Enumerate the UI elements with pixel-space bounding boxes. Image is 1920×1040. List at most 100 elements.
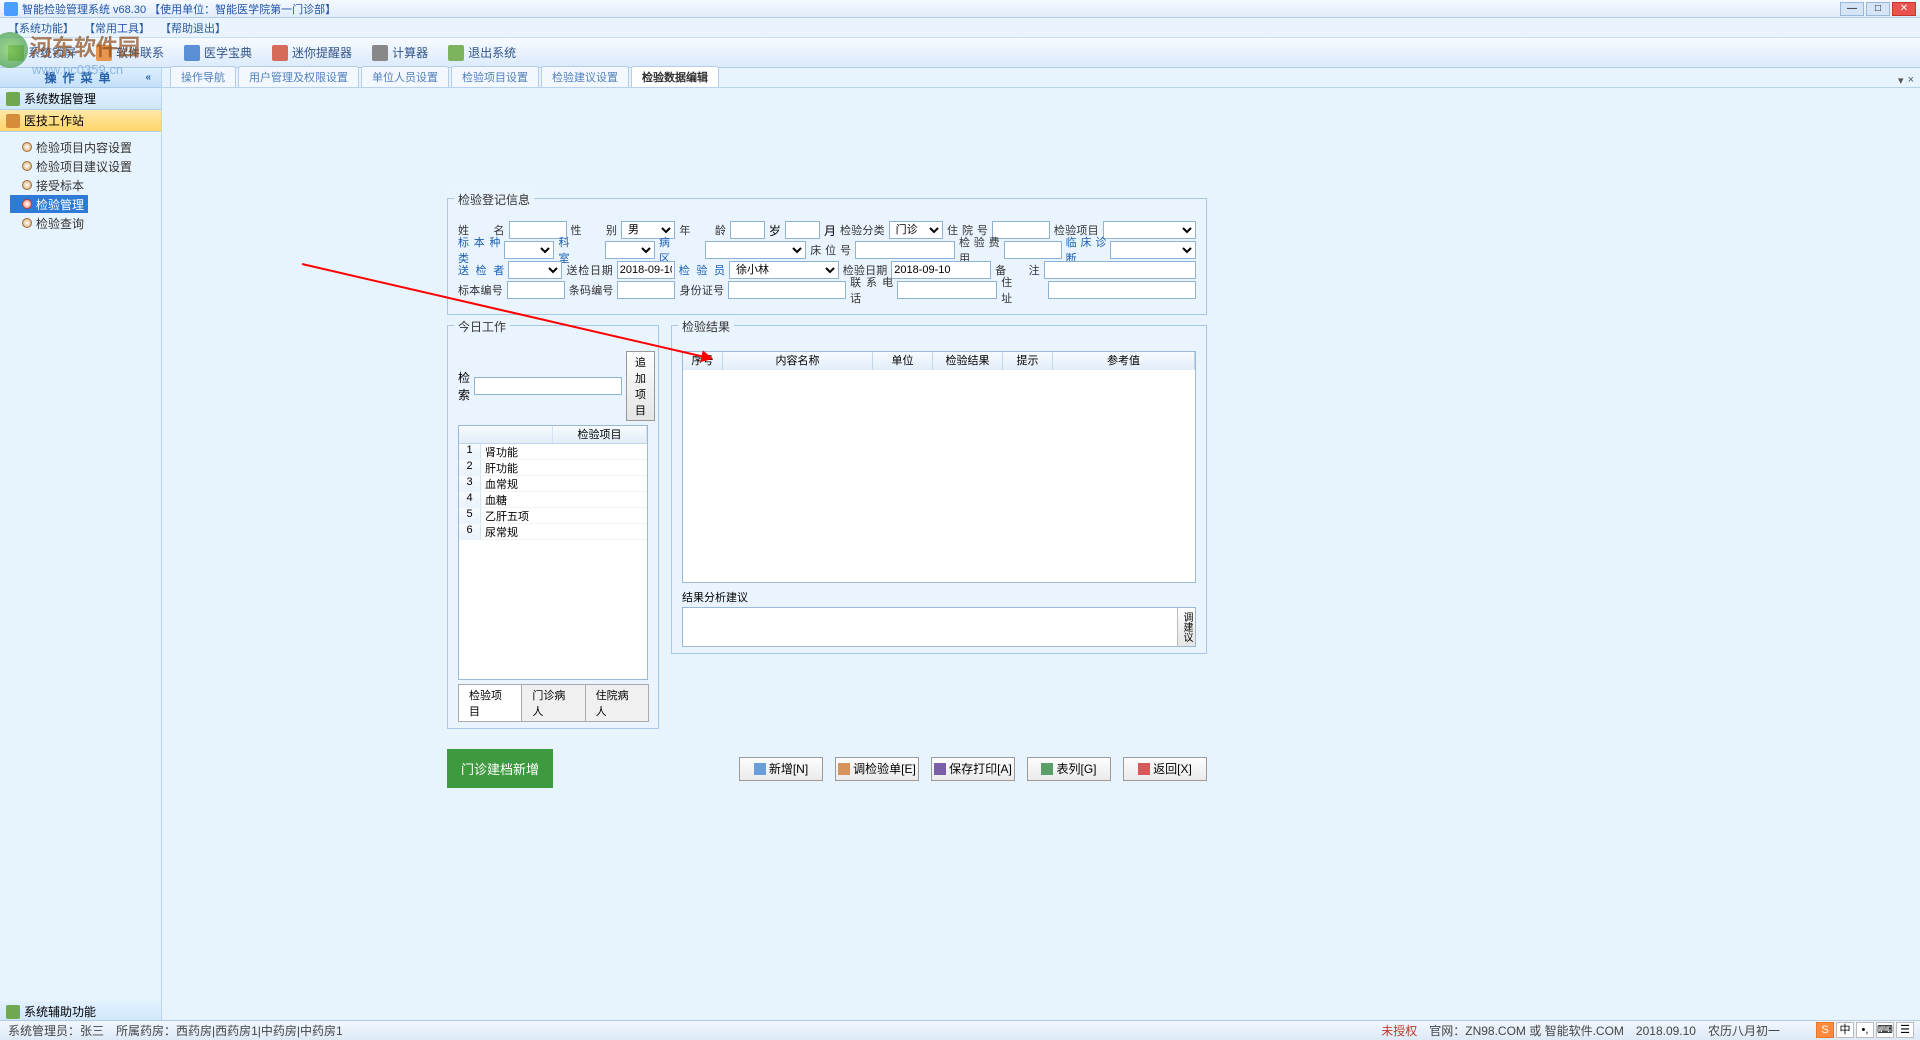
item-select[interactable]: [1103, 221, 1196, 239]
folder-icon: [6, 1005, 20, 1019]
specno-input[interactable]: [507, 281, 565, 299]
load-suggest-button[interactable]: 调建议: [1177, 608, 1195, 646]
ime-keyboard-icon[interactable]: ⌨: [1876, 1022, 1894, 1038]
tab-edit[interactable]: 检验数据编辑: [631, 66, 719, 87]
subtab-inpatient[interactable]: 住院病人: [585, 684, 649, 722]
lbl-tel: 联系电话: [850, 274, 893, 306]
content-area: 操作导航 用户管理及权限设置 单位人员设置 检验项目设置 检验建议设置 检验数据…: [162, 68, 1920, 1023]
sdate-input[interactable]: [617, 261, 675, 279]
note-input[interactable]: [1044, 261, 1196, 279]
tree-item-query[interactable]: 检验查询: [10, 214, 161, 232]
diag-select[interactable]: [1110, 241, 1196, 259]
idcard-input[interactable]: [728, 281, 846, 299]
analysis-legend: 结果分析建议: [682, 589, 1196, 605]
table-row[interactable]: 3血常规: [459, 476, 647, 492]
tree-item-accept[interactable]: 接受标本: [10, 176, 161, 194]
group-legend: 检验登记信息: [454, 191, 534, 208]
result-table: 序号 内容名称 单位 检验结果 提示 参考值: [682, 351, 1196, 583]
contact-icon: [96, 45, 112, 61]
new-button[interactable]: 新增[N]: [739, 757, 823, 781]
tab-users[interactable]: 用户管理及权限设置: [238, 66, 359, 87]
ime-sogou-icon[interactable]: S: [1816, 1022, 1834, 1038]
lbl-addr: 住 址: [1001, 274, 1044, 306]
tab-suggest[interactable]: 检验建议设置: [541, 66, 629, 87]
tab-items[interactable]: 检验项目设置: [451, 66, 539, 87]
tree-item-content[interactable]: 检验项目内容设置: [10, 138, 161, 156]
cdate-input[interactable]: [891, 261, 991, 279]
calc-icon: [372, 45, 388, 61]
load-order-button[interactable]: 调检验单[E]: [835, 757, 919, 781]
tb-contact[interactable]: 软件联系: [96, 44, 164, 61]
tab-dropdown-icon[interactable]: ▾: [1898, 74, 1904, 87]
lbl-idcard: 身份证号: [679, 282, 724, 298]
analysis-box[interactable]: 调建议: [682, 607, 1196, 647]
back-icon: [1138, 763, 1150, 775]
result-legend: 检验结果: [678, 318, 734, 335]
close-button[interactable]: ✕: [1892, 2, 1916, 16]
tb-medbook[interactable]: 医学宝典: [184, 44, 252, 61]
table-row[interactable]: 2肝功能: [459, 460, 647, 476]
subtab-items[interactable]: 检验项目: [458, 684, 522, 722]
sender-select[interactable]: [508, 261, 562, 279]
lbl-search: 检索: [458, 369, 470, 403]
ime-menu-icon[interactable]: ☰: [1896, 1022, 1914, 1038]
barcode-input[interactable]: [617, 281, 675, 299]
dept-select[interactable]: [605, 241, 655, 259]
menu-help[interactable]: 【帮助退出】: [160, 20, 226, 36]
tab-nav[interactable]: 操作导航: [170, 66, 236, 87]
spec-select[interactable]: [504, 241, 554, 259]
nav-tree: 检验项目内容设置 检验项目建议设置 接受标本 检验管理 检验查询: [0, 132, 161, 1001]
table-button[interactable]: 表列[G]: [1027, 757, 1111, 781]
new-patient-button[interactable]: 门诊建档新增: [447, 749, 553, 788]
table-row[interactable]: 6尿常规: [459, 524, 647, 540]
bullet-icon: [22, 180, 32, 190]
status-admin: 系统管理员：张三: [8, 1022, 104, 1039]
collapse-icon[interactable]: «: [145, 72, 157, 83]
tb-reminder[interactable]: 迷你提醒器: [272, 44, 352, 61]
ime-bar: S 中 •, ⌨ ☰: [1816, 1020, 1914, 1040]
search-input[interactable]: [474, 377, 622, 395]
tree-item-suggest[interactable]: 检验项目建议设置: [10, 157, 161, 175]
add-item-button[interactable]: 追加项目: [626, 351, 655, 421]
table-row[interactable]: 4血糖: [459, 492, 647, 508]
bullet-icon: [22, 199, 32, 209]
sidebar-header: 操作菜单«: [0, 68, 161, 88]
menu-system[interactable]: 【系统功能】: [8, 20, 74, 36]
tb-calc[interactable]: 计算器: [372, 44, 428, 61]
status-pharm: 所属药房：西药房|西药房1|中药房|中药房1: [116, 1022, 343, 1039]
sidebar-cat-medstation[interactable]: 医技工作站: [0, 110, 161, 132]
window-title: 智能检验管理系统 v68.30 【使用单位：智能医学院第一门诊部】: [22, 1, 336, 17]
save-icon: [934, 763, 946, 775]
bed-input[interactable]: [855, 241, 955, 259]
inno-input[interactable]: [992, 221, 1050, 239]
fee-input[interactable]: [1004, 241, 1062, 259]
tab-staff[interactable]: 单位人员设置: [361, 66, 449, 87]
addr-input[interactable]: [1048, 281, 1196, 299]
tb-lock[interactable]: 系统锁屏: [8, 44, 76, 61]
menu-tools[interactable]: 【常用工具】: [84, 20, 150, 36]
ime-punct-icon[interactable]: •,: [1856, 1022, 1874, 1038]
age-y-input[interactable]: [730, 221, 765, 239]
th-unit: 单位: [873, 352, 933, 370]
subtab-outpatient[interactable]: 门诊病人: [521, 684, 585, 722]
tel-input[interactable]: [897, 281, 997, 299]
th-name: 内容名称: [723, 352, 873, 370]
ime-lang[interactable]: 中: [1836, 1022, 1854, 1038]
tb-exit[interactable]: 退出系统: [448, 44, 516, 61]
status-auth: 未授权: [1381, 1022, 1417, 1039]
table-row[interactable]: 1肾功能: [459, 444, 647, 460]
table-row[interactable]: 5乙肝五项: [459, 508, 647, 524]
cat-select[interactable]: 门诊: [889, 221, 943, 239]
maximize-button[interactable]: □: [1866, 2, 1890, 16]
checker-select[interactable]: 徐小林: [729, 261, 839, 279]
minimize-button[interactable]: —: [1840, 2, 1864, 16]
ward-select[interactable]: [705, 241, 806, 259]
bullet-icon: [22, 161, 32, 171]
back-button[interactable]: 返回[X]: [1123, 757, 1207, 781]
status-bar: 系统管理员：张三 所属药房：西药房|西药房1|中药房|中药房1 未授权 官网：Z…: [0, 1020, 1920, 1040]
tree-item-manage[interactable]: 检验管理: [10, 195, 88, 213]
save-print-button[interactable]: 保存打印[A]: [931, 757, 1015, 781]
tab-close-icon[interactable]: ×: [1908, 74, 1914, 87]
age-m-input[interactable]: [785, 221, 820, 239]
sidebar-cat-sysdata[interactable]: 系统数据管理: [0, 88, 161, 110]
